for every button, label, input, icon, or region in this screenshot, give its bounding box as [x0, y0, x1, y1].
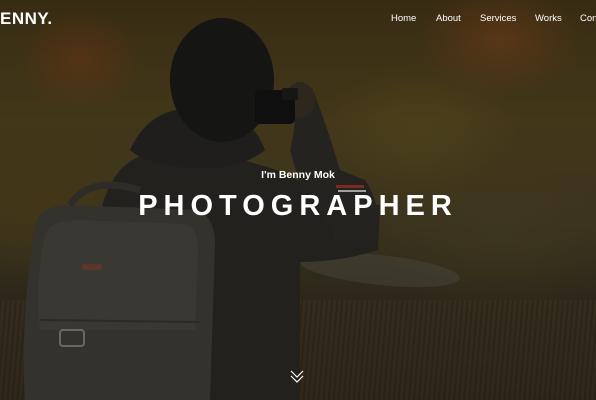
nav-item-about[interactable]: About [436, 13, 461, 24]
hero-intro: I'm Benny Mok [261, 169, 335, 181]
nav-item-works[interactable]: Works [535, 13, 562, 24]
nav-item-services[interactable]: Services [480, 13, 516, 24]
chevron-down-double-icon[interactable] [289, 368, 305, 384]
nav-item-home[interactable]: Home [391, 13, 416, 24]
nav-item-contact[interactable]: Con [580, 13, 596, 24]
main-nav: Home About Services Works Con [0, 13, 596, 27]
hero-headline: PHOTOGRAPHER [138, 190, 458, 222]
